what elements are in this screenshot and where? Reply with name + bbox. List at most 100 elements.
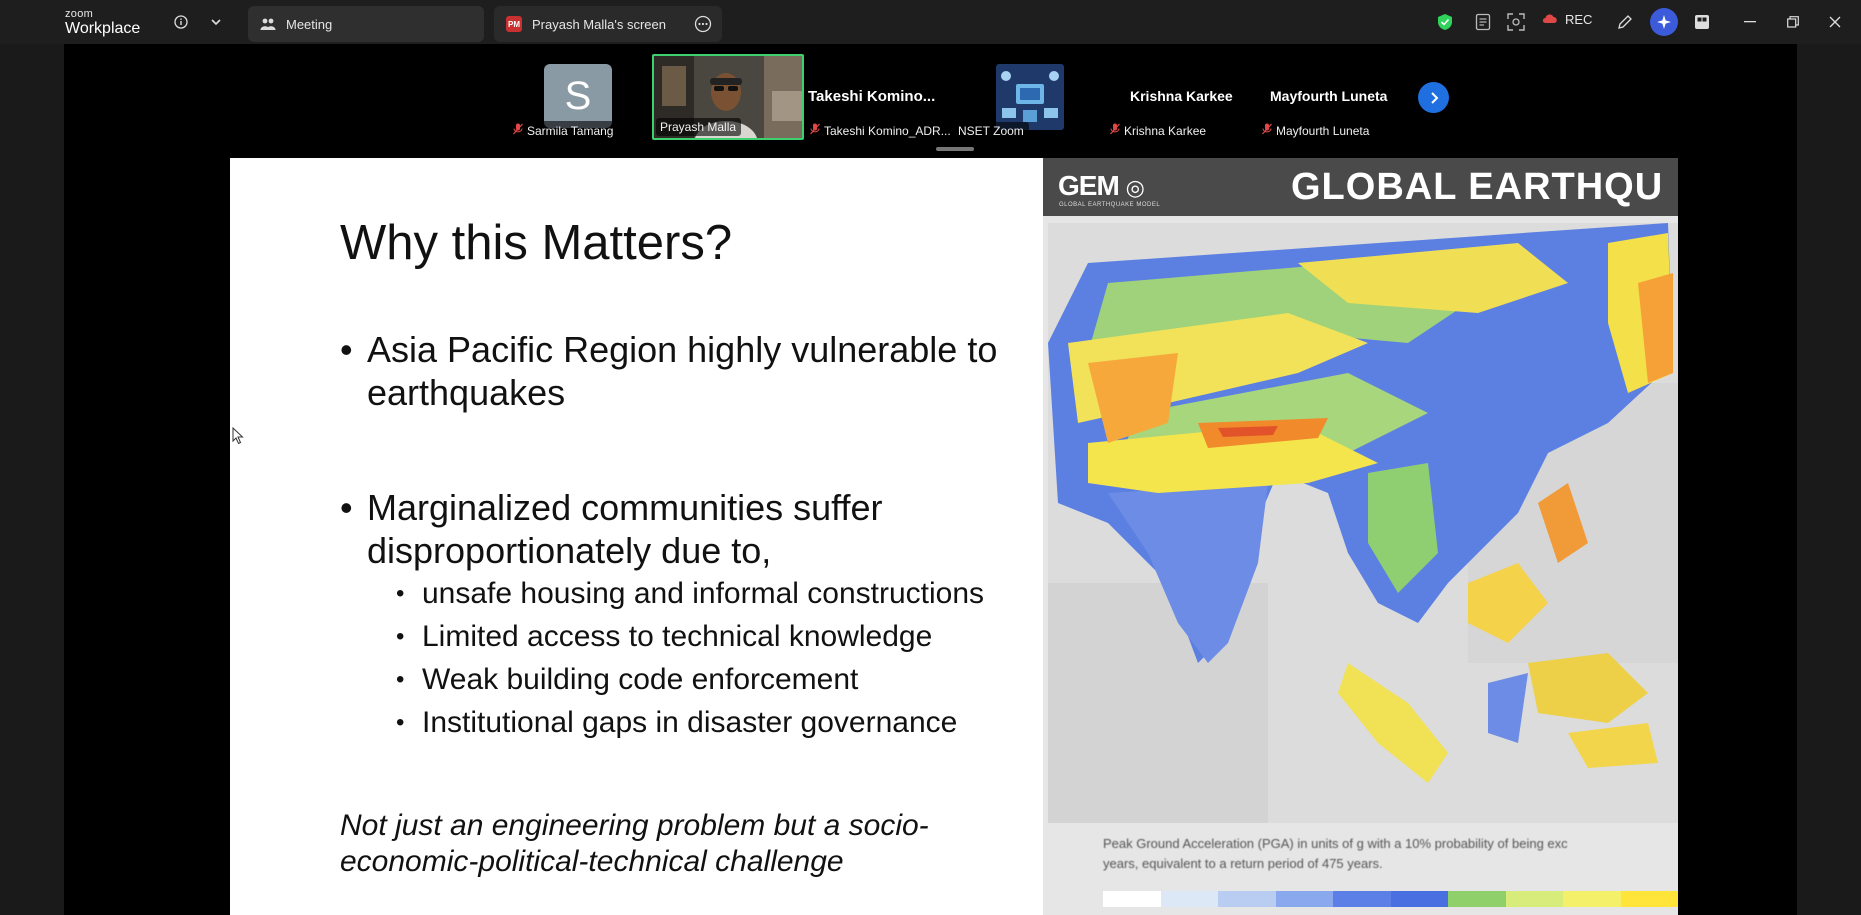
participant-display-name: Krishna Karkee: [1130, 88, 1233, 104]
participant-name: Mayfourth Luneta: [1276, 123, 1370, 138]
map-caption: Peak Ground Acceleration (PGA) in units …: [1103, 834, 1673, 874]
bullet-text: Asia Pacific Region highly vulnerable to: [367, 329, 998, 370]
scale-swatch: [1563, 891, 1621, 907]
slide-note: Not just an engineering problem but a so…: [340, 808, 929, 880]
note-text: Not just an engineering problem but a so…: [340, 809, 929, 842]
tab-shared-screen[interactable]: PM Prayash Malla's screen: [494, 6, 722, 42]
scale-swatch: [1448, 891, 1506, 907]
mic-muted-icon: [1262, 123, 1272, 138]
gem-logo: GEM ◎: [1058, 170, 1145, 201]
sub-bullet-item: • Institutional gaps in disaster governan…: [396, 705, 958, 741]
chevron-down-icon[interactable]: [206, 12, 226, 32]
participant-name-tag: NSET Zoom: [954, 122, 1029, 140]
sub-bullet-item: • Limited access to technical knowledge: [396, 619, 933, 655]
avatar: S: [544, 64, 612, 128]
annotate-pencil-icon[interactable]: [1615, 12, 1635, 32]
ai-companion-icon[interactable]: [1650, 8, 1678, 36]
sub-bullet-text: unsafe housing and informal construction…: [422, 577, 985, 610]
scale-swatch: [1103, 891, 1161, 907]
note-text: economic-political-technical challenge: [340, 845, 844, 878]
logo-big-text: Workplace: [65, 20, 141, 37]
gem-logo-subtext: GLOBAL EARTHQUAKE MODEL: [1059, 202, 1161, 208]
participant-name: Takeshi Komino_ADR...: [824, 123, 951, 138]
shared-slide: Why this Matters? • Asia Pacific Region …: [230, 158, 1678, 915]
bullet-dot: •: [340, 487, 353, 528]
caption-text: years, equivalent to a return period of …: [1103, 856, 1383, 871]
rec-label: REC: [1565, 12, 1593, 27]
participant-tile[interactable]: Krishna Karkee Krishna Karkee: [1106, 54, 1246, 142]
more-options-icon[interactable]: [694, 15, 712, 36]
restore-icon[interactable]: [1781, 12, 1805, 32]
participant-name: Prayash Malla: [660, 120, 737, 134]
strip-drag-handle[interactable]: [936, 147, 974, 151]
sub-bullet-text: Weak building code enforcement: [422, 663, 859, 696]
title-bar: zoom Workplace Meeting PM Prayash Malla'…: [0, 0, 1861, 44]
next-participants-button[interactable]: [1418, 82, 1449, 113]
bullet-text: earthquakes: [367, 372, 566, 413]
participant-tile[interactable]: NSET Zoom: [954, 54, 1074, 142]
left-gutter: [0, 44, 64, 915]
participant-name-tag: Krishna Karkee: [1106, 121, 1212, 140]
active-speaker-tile[interactable]: Prayash Malla: [652, 54, 804, 140]
bullet-text: Marginalized communities suffer: [367, 487, 883, 528]
app-logo: zoom Workplace: [65, 9, 140, 37]
scale-swatch: [1275, 891, 1333, 907]
hazard-map-image: [1048, 223, 1678, 823]
cloud-recording-icon: [1541, 12, 1559, 27]
bullet-item: • Asia Pacific Region highly vulnerable …: [340, 328, 998, 414]
scale-swatch: [1218, 891, 1276, 907]
bullet-dot: •: [396, 709, 405, 736]
sub-bullet-item: • Weak building code enforcement: [396, 662, 859, 698]
tab-meeting[interactable]: Meeting: [248, 6, 484, 42]
hazard-map-panel: GEM ◎ GLOBAL EARTHQUAKE MODEL GLOBAL EAR…: [1043, 158, 1678, 915]
close-icon[interactable]: [1823, 12, 1847, 32]
slide-title: Why this Matters?: [340, 216, 733, 270]
bullet-dot: •: [396, 580, 405, 607]
chevron-right-icon: [1430, 91, 1438, 104]
bullet-item: • Marginalized communities suffer dispro…: [340, 486, 883, 572]
participant-tile[interactable]: S Sarmila Tamang: [509, 54, 619, 142]
scale-swatch: [1160, 891, 1218, 907]
scale-swatch: [1390, 891, 1448, 907]
mic-muted-icon: [513, 123, 523, 138]
map-title: GLOBAL EARTHQU: [1291, 166, 1664, 208]
participant-name-tag: Prayash Malla: [656, 118, 742, 136]
mouse-cursor-icon: [232, 426, 244, 450]
participant-display-name: Mayfourth Luneta: [1270, 88, 1388, 104]
participant-display-name: Takeshi Komino...: [808, 88, 936, 105]
bullet-text: disproportionately due to,: [367, 530, 772, 571]
notes-icon[interactable]: [1473, 12, 1493, 32]
minimize-icon[interactable]: [1738, 12, 1762, 32]
nset-avatar-image: [996, 64, 1064, 130]
bullet-dot: •: [340, 329, 353, 370]
caption-text: Peak Ground Acceleration (PGA) in units …: [1103, 836, 1568, 851]
gem-logo-text: GEM: [1058, 170, 1120, 201]
participant-tile[interactable]: Takeshi Komino... Takeshi Komino_ADR...: [806, 54, 956, 142]
map-header: GEM ◎ GLOBAL EARTHQUAKE MODEL GLOBAL EAR…: [1043, 158, 1678, 216]
participant-tile[interactable]: Mayfourth Luneta Mayfourth Luneta: [1258, 54, 1408, 142]
presenter-badge: PM: [506, 16, 522, 32]
participant-name: Sarmila Tamang: [527, 123, 614, 138]
apps-icon[interactable]: [1692, 12, 1712, 32]
info-icon[interactable]: [171, 12, 191, 32]
participant-name: NSET Zoom: [958, 124, 1024, 138]
bullet-dot: •: [396, 666, 405, 693]
tab-shared-screen-label: Prayash Malla's screen: [532, 16, 666, 32]
participants-icon: [260, 17, 276, 31]
tab-meeting-label: Meeting: [286, 16, 333, 32]
participant-name-tag: Mayfourth Luneta: [1258, 121, 1375, 140]
logo-small-text: zoom: [65, 8, 94, 20]
recording-indicator[interactable]: REC: [1541, 12, 1592, 27]
shield-icon[interactable]: [1435, 12, 1455, 32]
scale-swatch: [1333, 891, 1391, 907]
right-gutter: [1797, 44, 1861, 915]
hazard-color-scale: [1103, 891, 1678, 907]
participant-name-tag: Sarmila Tamang: [509, 121, 619, 140]
scale-swatch: [1505, 891, 1563, 907]
sub-bullet-text: Institutional gaps in disaster governanc…: [422, 706, 958, 739]
scale-swatch: [1620, 891, 1678, 907]
sub-bullet-text: Limited access to technical knowledge: [422, 620, 933, 653]
participant-name-tag: Takeshi Komino_ADR...: [806, 121, 956, 140]
screen-capture-icon[interactable]: [1506, 12, 1526, 32]
bullet-dot: •: [396, 623, 405, 650]
